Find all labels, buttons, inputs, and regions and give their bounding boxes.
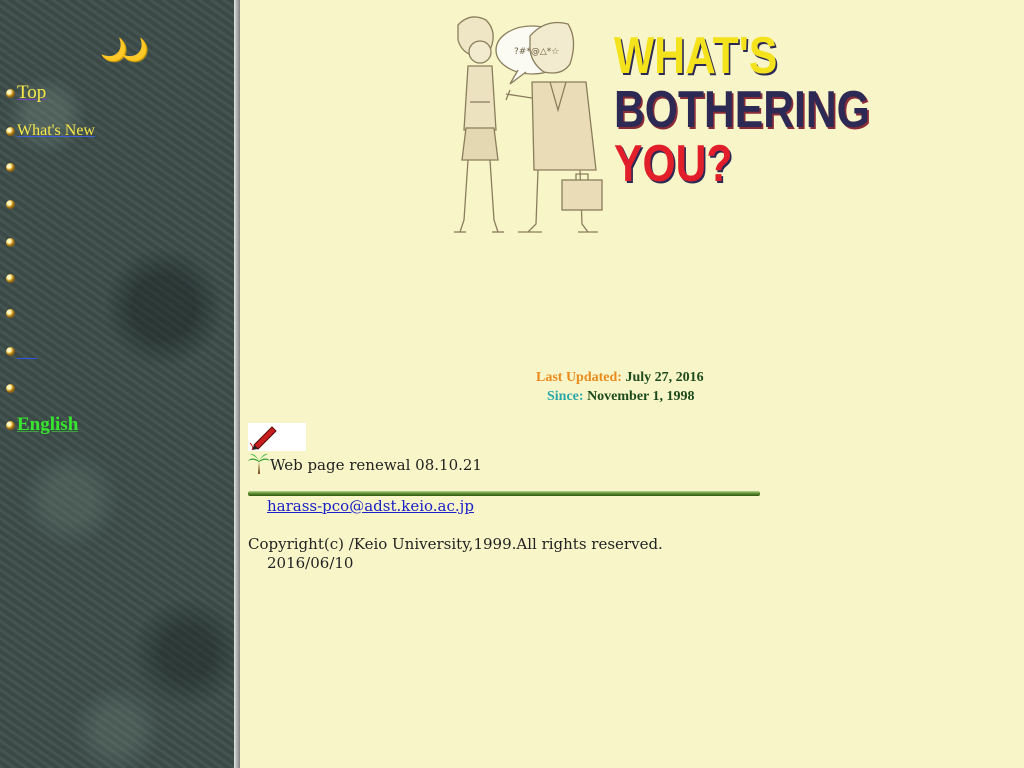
bullet-icon [6, 88, 15, 98]
since-label: Since: [547, 389, 584, 404]
sidebar-divider [234, 0, 240, 768]
sidebar-item-6[interactable] [6, 267, 37, 289]
sidebar-link-8[interactable] [17, 344, 37, 359]
green-divider [248, 491, 760, 496]
renewal-notice: Web page renewal 08.10.21 [248, 452, 482, 474]
sidebar-item-5[interactable] [6, 231, 37, 253]
date-text: 2016/06/10 [267, 554, 354, 572]
headline-you: YOU? [614, 135, 733, 193]
sidebar-item-3[interactable] [6, 156, 37, 178]
bullet-icon [6, 199, 15, 209]
people-illustration: ?#*@△*☆ [454, 16, 603, 233]
copyright-text: Copyright(c) /Keio University,1999.All r… [248, 535, 663, 553]
pen-icon [249, 426, 277, 451]
bullet-icon [6, 420, 15, 430]
bullet-icon [6, 273, 15, 283]
sidebar-item-top[interactable]: Top [6, 82, 46, 104]
sidebar-link-whats-new[interactable]: What's New [17, 122, 95, 140]
bullet-icon [6, 346, 15, 356]
sidebar-link-english[interactable]: English [17, 414, 78, 436]
sidebar-item-8[interactable] [6, 340, 37, 362]
bullet-icon [6, 383, 15, 393]
since: Since: November 1, 1998 [547, 389, 695, 405]
sidebar-item-whats-new[interactable]: What's New [6, 120, 95, 142]
sidebar-item-7[interactable] [6, 302, 37, 324]
sidebar-item-4[interactable] [6, 193, 37, 215]
renewal-text: Web page renewal 08.10.21 [270, 456, 482, 474]
headline-whats: WHAT'S [614, 27, 778, 85]
email-link[interactable]: harass-pco@adst.keio.ac.jp [267, 497, 474, 515]
last-updated-label: Last Updated: [536, 370, 622, 385]
sidebar-link-top[interactable]: Top [17, 82, 46, 104]
bullet-icon [6, 237, 15, 247]
palm-tree-icon [248, 453, 270, 474]
sidebar-item-9[interactable] [6, 377, 37, 399]
bullet-icon [6, 308, 15, 318]
sidebar-item-english[interactable]: English [6, 414, 78, 436]
header-illustration: ?#*@△*☆ WHAT'S BOTHERING YOU? [440, 10, 870, 242]
last-updated: Last Updated: July 27, 2016 [536, 370, 704, 386]
speech-bubble-text: ?#*@△*☆ [514, 47, 559, 57]
sidebar: 🌙🌙 Top What's New English [0, 0, 234, 768]
headline-bothering: BOTHERING [614, 81, 870, 139]
since-value: November 1, 1998 [587, 389, 695, 404]
moon-icon: 🌙🌙 [100, 38, 149, 63]
bullet-icon [6, 126, 15, 136]
bullet-icon [6, 162, 15, 172]
last-updated-value: July 27, 2016 [625, 370, 704, 385]
pen-icon-box [248, 423, 306, 451]
